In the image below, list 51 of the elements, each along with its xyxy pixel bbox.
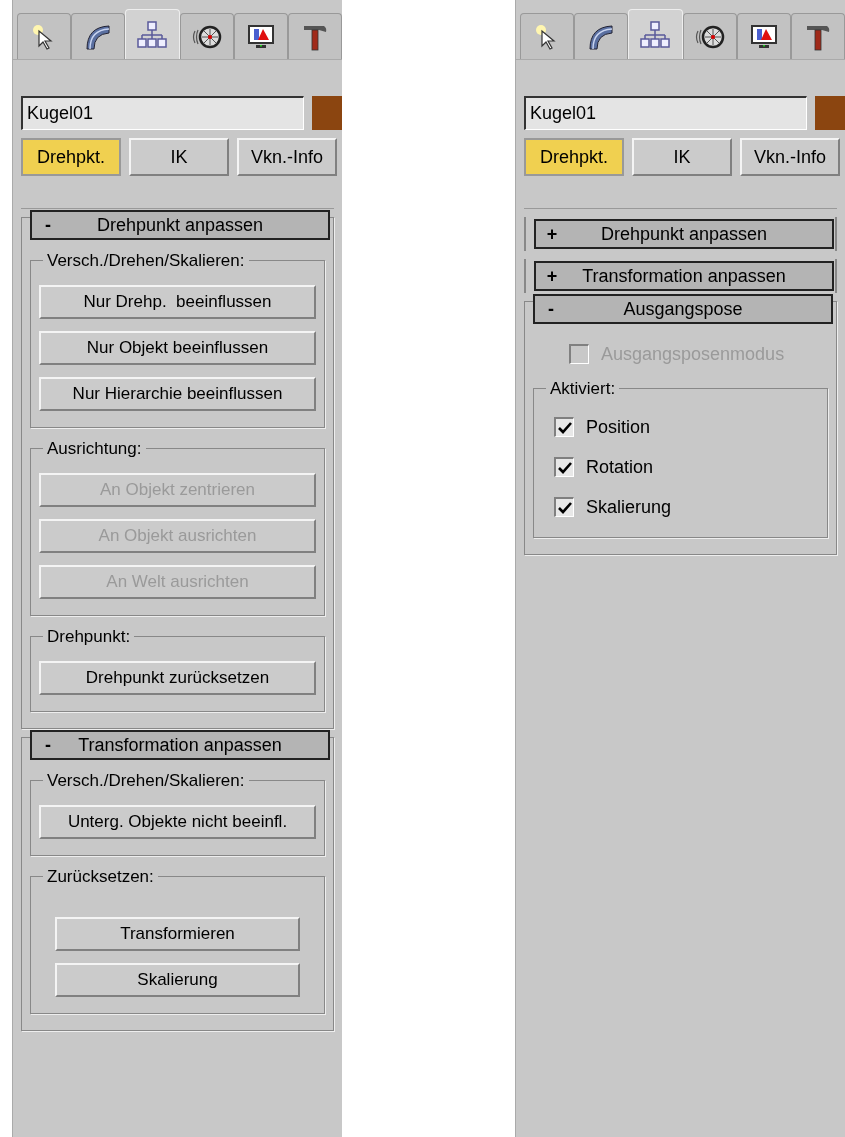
rollout-title: Transformation anpassen: [581, 264, 787, 288]
checkbox-label: Position: [586, 415, 651, 439]
panel-tab[interactable]: [574, 13, 629, 59]
rollout-title: Ausgangspose: [622, 297, 744, 321]
panel-tab[interactable]: [179, 13, 234, 59]
color-swatch[interactable]: [815, 96, 845, 130]
panel-tab[interactable]: [682, 13, 737, 59]
rollout-header[interactable]: - Transformation anpassen: [30, 730, 330, 760]
panel-tab[interactable]: [287, 13, 343, 59]
mode-tab[interactable]: Drehpkt.: [21, 138, 121, 176]
checkbox-label: Skalierung: [586, 495, 672, 519]
rollout-title: Drehpunkt anpassen: [95, 213, 265, 237]
action-button[interactable]: Drehpunkt zurücksetzen: [39, 661, 316, 695]
panel-tab[interactable]: [790, 13, 845, 59]
action-button[interactable]: Transformieren: [55, 917, 300, 951]
action-button[interactable]: Unterg. Objekte nicht beeinfl.: [39, 805, 316, 839]
toggle-sign: +: [545, 264, 559, 288]
rollout-header[interactable]: - Ausgangspose: [533, 294, 833, 324]
action-button[interactable]: Nur Drehp. beeinflussen: [39, 285, 316, 319]
toggle-sign: -: [547, 297, 555, 321]
mode-tab[interactable]: IK: [129, 138, 229, 176]
name-field[interactable]: Kugel01: [524, 96, 807, 130]
hierarchy-icon: [640, 19, 671, 50]
mode-tab[interactable]: IK: [632, 138, 732, 176]
panel-tab[interactable]: [736, 13, 791, 59]
toggle-sign: -: [44, 733, 52, 757]
toggle-sign: +: [545, 222, 559, 246]
checkbox[interactable]: [554, 457, 574, 477]
mode-tab[interactable]: Vkn.-Info: [740, 138, 840, 176]
checkmark-icon: [557, 501, 572, 514]
color-swatch[interactable]: [312, 96, 342, 130]
checkmark-icon: [557, 421, 572, 434]
action-button[interactable]: Skalierung: [55, 963, 300, 997]
rollout-header[interactable]: + Transformation anpassen: [534, 261, 834, 291]
panel-tab[interactable]: [233, 13, 288, 59]
rollout-header[interactable]: + Drehpunkt anpassen: [534, 219, 834, 249]
action-button[interactable]: Nur Hierarchie beeinflussen: [39, 377, 316, 411]
hierarchy-icon: [137, 19, 168, 50]
checkbox[interactable]: [554, 417, 574, 437]
rollout-title: Drehpunkt anpassen: [599, 222, 769, 246]
checkbox[interactable]: [554, 497, 574, 517]
toggle-sign: -: [44, 213, 52, 237]
mode-tab[interactable]: Drehpkt.: [524, 138, 624, 176]
mode-tab[interactable]: Vkn.-Info: [237, 138, 337, 176]
panel-tab[interactable]: [71, 13, 126, 59]
rollout-title: Transformation anpassen: [77, 733, 283, 757]
checkbox-label: Rotation: [586, 455, 654, 479]
name-field[interactable]: Kugel01: [21, 96, 304, 130]
action-button[interactable]: Nur Objekt beeinflussen: [39, 331, 316, 365]
rollout-header[interactable]: - Drehpunkt anpassen: [30, 210, 330, 240]
checkmark-icon: [557, 461, 572, 474]
